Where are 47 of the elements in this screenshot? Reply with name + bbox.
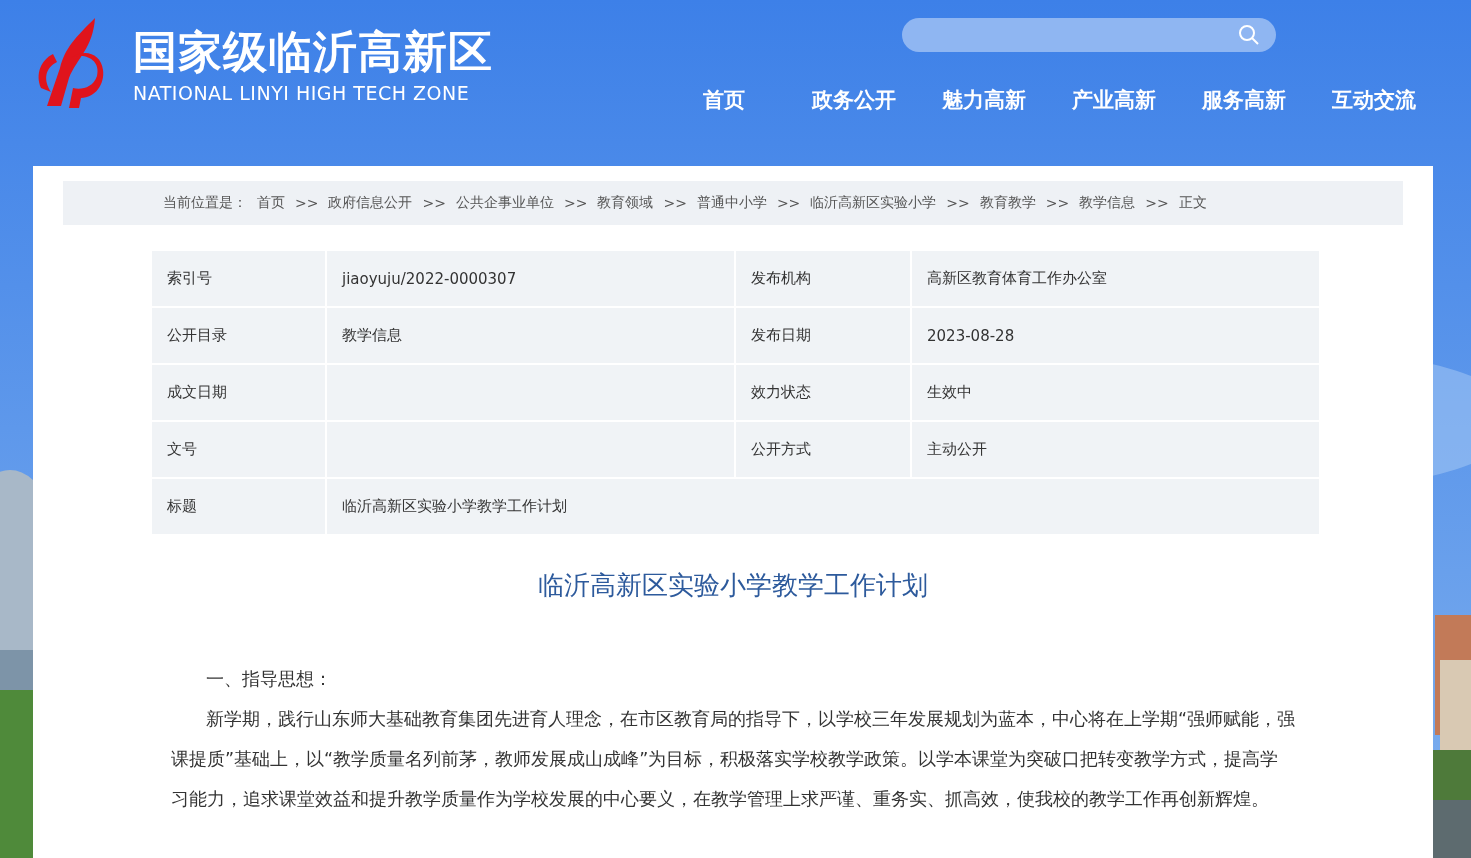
nav-item[interactable]: 首页 [659,86,789,114]
article-title: 临沂高新区实验小学教学工作计划 [537,569,929,602]
breadcrumb-link[interactable]: 教学信息 [1079,194,1136,212]
breadcrumb-separator: >> [295,195,319,211]
value-cell: 高新区教育体育工作办公室 [912,251,1319,306]
paragraph: 新学期，践行山东师大基础教育集团先进育人理念，在市区教育局的指导下，以学校三年发展规划为蓝本，中心将在上学期“强师赋能，强课提质”基础上，以“教学质量名列前茅，教师发展成山成峰”为目标，积极落实学校教学政策。以学本课堂为突破口把转变教学方式，提高学习能力，追求课堂效益和提升教学质量作为学校发展的中心要义，在教学管理上求严谨、重务实、抓高效，使我校的教学工作再创新辉煌。 [171,708,1296,811]
value-cell: 2023-08-28 [912,308,1319,363]
breadcrumb-link[interactable]: 政府信息公开 [328,194,413,212]
breadcrumb-separator: >> [1145,195,1169,211]
breadcrumb-separator: >> [422,195,446,211]
value-cell: 临沂高新区实验小学教学工作计划 [327,479,1319,534]
breadcrumb-link[interactable]: 首页 [257,194,285,212]
breadcrumb-link[interactable]: 临沂高新区实验小学 [810,194,937,212]
site-subtitle: NATIONAL LINYI HIGH TECH ZONE [133,81,471,106]
nav-item[interactable]: 互动交流 [1309,86,1439,114]
label-cell: 索引号 [152,251,325,306]
value-cell: jiaoyuju/2022-0000307 [327,251,734,306]
breadcrumb-separator: >> [1045,195,1070,211]
value-cell: 主动公开 [912,422,1319,477]
breadcrumb-separator: >> [776,195,801,211]
nav-item[interactable]: 服务高新 [1179,86,1309,114]
breadcrumb-link[interactable]: 教育领域 [597,194,654,212]
label-cell: 发布日期 [736,308,910,363]
breadcrumb-link[interactable]: 公共企事业单位 [455,194,554,212]
label-cell: 效力状态 [736,365,910,420]
label-cell: 文号 [152,422,325,477]
nav-item[interactable]: 政务公开 [789,86,919,114]
breadcrumb-separator: >> [946,195,970,211]
label-cell: 公开方式 [736,422,910,477]
breadcrumb-separator: >> [663,195,687,211]
search-field[interactable] [902,18,1276,52]
value-cell: 教学信息 [327,308,734,363]
label-cell: 公开目录 [152,308,325,363]
nav-item[interactable]: 产业高新 [1049,86,1179,114]
label-cell: 成文日期 [152,365,325,420]
breadcrumb-link[interactable]: 正文 [1178,194,1207,212]
label-cell: 标题 [152,479,325,534]
breadcrumb-link[interactable]: 普通中小学 [696,194,767,212]
value-cell: 生效中 [912,365,1319,420]
breadcrumb-label: 当前位置是： [163,194,247,212]
breadcrumb-link[interactable]: 教育教学 [979,194,1036,212]
nav-item[interactable]: 魅力高新 [919,86,1049,114]
label-cell: 发布机构 [736,251,910,306]
breadcrumb-separator: >> [563,195,588,211]
search-icon[interactable] [1238,24,1260,46]
paragraph: 一、指导思想： [205,668,333,691]
site-title: 国家级临沂高新区 [133,25,493,79]
